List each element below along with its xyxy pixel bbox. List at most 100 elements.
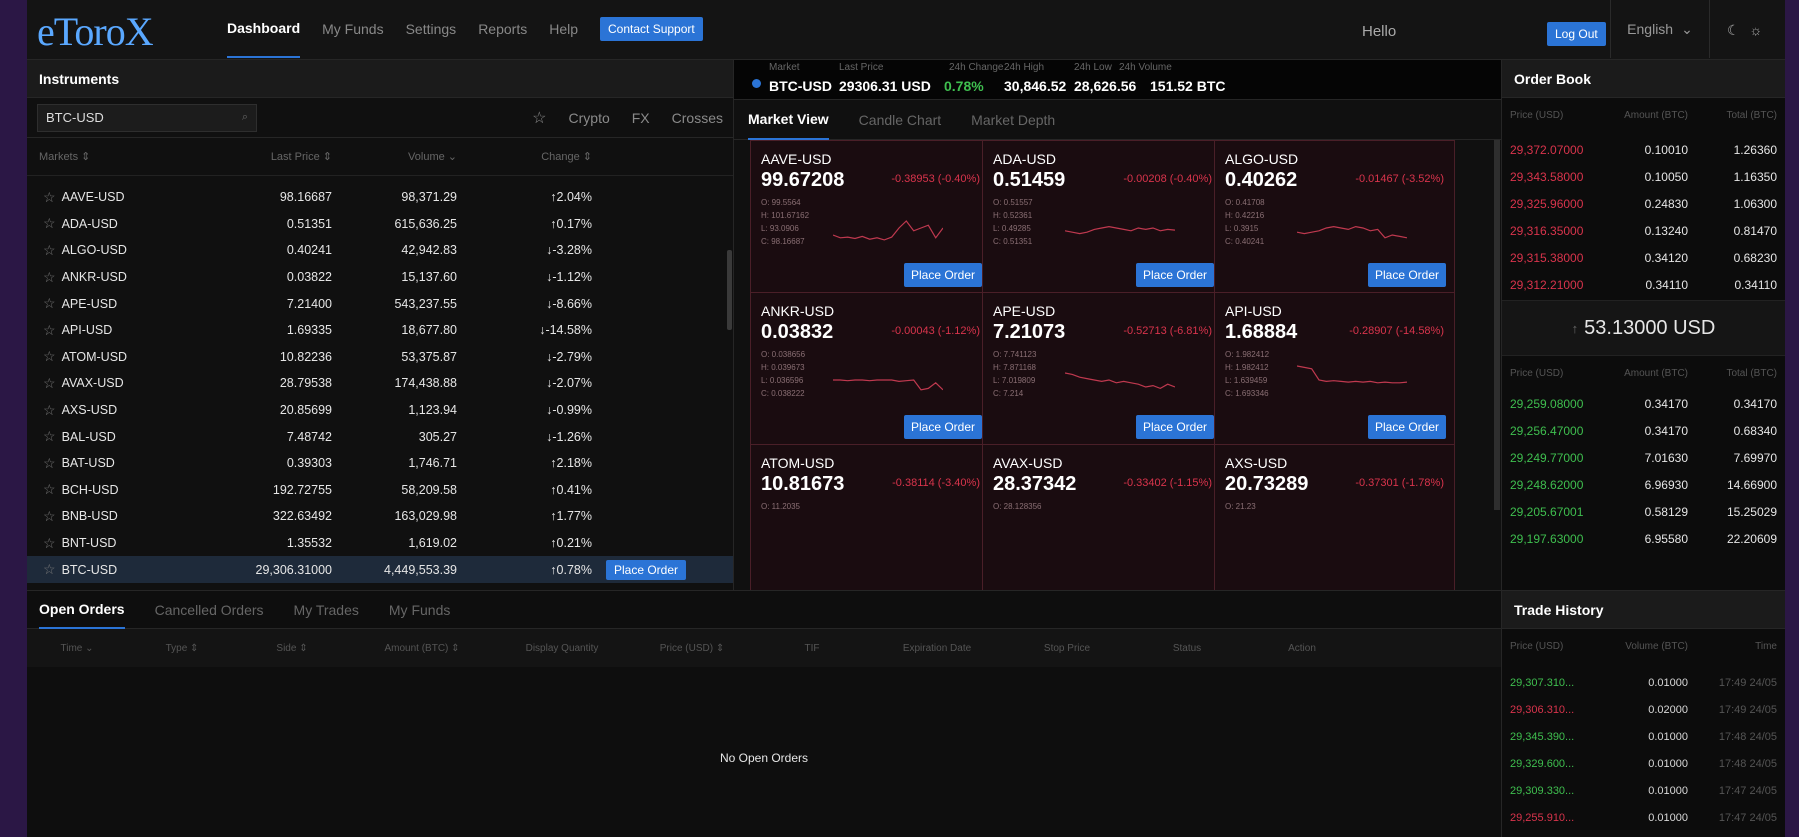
order-book-row[interactable]: 29,325.96000 0.24830 1.06300 (1502, 190, 1785, 217)
order-book-row[interactable]: 29,205.67001 0.58129 15.25029 (1502, 498, 1785, 525)
order-book-row[interactable]: 29,315.38000 0.34120 0.68230 (1502, 244, 1785, 271)
instrument-row[interactable]: ☆ BNB-USD 322.63492 163,029.98 ↑1.77% (27, 503, 733, 530)
language-selector[interactable]: English ⌄ (1610, 0, 1710, 58)
card-place-order-button[interactable]: Place Order (1367, 415, 1446, 439)
order-book-row[interactable]: 29,343.58000 0.10050 1.16350 (1502, 163, 1785, 190)
market-card[interactable]: ALGO-USD 0.40262 -0.01467 (-3.52%) O: 0.417… (1214, 140, 1455, 302)
favorite-star-icon[interactable]: ☆ (43, 455, 56, 472)
order-book-row[interactable]: 29,197.63000 6.95580 22.20609 (1502, 525, 1785, 552)
instrument-last-price: 0.40241 (286, 243, 332, 258)
favorite-star-icon[interactable]: ☆ (43, 375, 56, 392)
instrument-row[interactable]: ☆ BAT-USD 0.39303 1,746.71 ↑2.18% (27, 450, 733, 477)
order-book-row[interactable]: 29,248.62000 6.96930 14.66900 (1502, 471, 1785, 498)
instrument-row[interactable]: ☆ APE-USD 7.21400 543,237.55 ↓-8.66% (27, 290, 733, 317)
nav-dashboard[interactable]: Dashboard (227, 0, 301, 58)
instrument-search-input[interactable]: BTC-USD ⌕ (37, 103, 257, 132)
favorite-star-icon[interactable]: ☆ (43, 535, 56, 552)
order-book-row[interactable]: 29,249.77000 7.01630 7.69970 (1502, 444, 1785, 471)
favorite-star-icon[interactable]: ☆ (43, 561, 56, 578)
tab-market-depth[interactable]: Market Depth (971, 100, 1055, 140)
nav-my-funds[interactable]: My Funds (322, 0, 383, 58)
card-place-order-button[interactable]: Place Order (1135, 263, 1214, 287)
filter-fx[interactable]: FX (632, 110, 650, 126)
instrument-row[interactable]: ☆ API-USD 1.69335 18,677.80 ↓-14.58% (27, 317, 733, 344)
tab-my-trades[interactable]: My Trades (294, 591, 359, 629)
etorox-logo[interactable]: eToroX (37, 8, 154, 55)
favorite-star-icon[interactable]: ☆ (43, 269, 56, 286)
orders-col[interactable]: Expiration Date (867, 643, 1007, 654)
instrument-row[interactable]: ☆ AVAX-USD 28.79538 174,438.88 ↓-2.07% (27, 370, 733, 397)
instrument-row[interactable]: ☆ BAL-USD 7.48742 305.27 ↓-1.26% (27, 423, 733, 450)
market-view-scrollbar[interactable] (1494, 140, 1500, 510)
instrument-row[interactable]: ☆ BTC-USD 29,306.31000 4,449,553.39 ↑0.78% Pl… (27, 556, 733, 583)
favorites-star-icon[interactable]: ☆ (532, 108, 546, 128)
favorite-star-icon[interactable]: ☆ (43, 215, 56, 232)
order-book-row[interactable]: 29,259.08000 0.34170 0.34170 (1502, 390, 1785, 417)
contact-support-button[interactable]: Contact Support (600, 17, 703, 41)
nav-settings[interactable]: Settings (406, 0, 457, 58)
favorite-star-icon[interactable]: ☆ (43, 402, 56, 419)
orders-col[interactable]: Price (USD) ⇕ (627, 643, 757, 654)
favorite-star-icon[interactable]: ☆ (43, 428, 56, 445)
card-change: -0.33402 (-1.15%) (1123, 477, 1212, 489)
order-book-row[interactable]: 29,316.35000 0.13240 0.81470 (1502, 217, 1785, 244)
tab-my-funds[interactable]: My Funds (389, 591, 450, 629)
col-volume[interactable]: Volume ⌄ (332, 150, 457, 163)
favorite-star-icon[interactable]: ☆ (43, 295, 56, 312)
orders-col[interactable]: Display Quantity (497, 643, 627, 654)
orders-col[interactable]: Type ⇕ (127, 643, 237, 654)
favorite-star-icon[interactable]: ☆ (43, 481, 56, 498)
nav-help[interactable]: Help (549, 0, 578, 58)
orders-col[interactable]: Amount (BTC) ⇕ (347, 643, 497, 654)
order-book-row[interactable]: 29,312.21000 0.34110 0.34110 (1502, 271, 1785, 298)
market-card[interactable]: AXS-USD 20.73289 -0.37301 (-1.78%) O: 21.23 (1214, 444, 1455, 590)
favorite-star-icon[interactable]: ☆ (43, 242, 56, 259)
instrument-row[interactable]: ☆ AXS-USD 20.85699 1,123.94 ↓-0.99% (27, 397, 733, 424)
market-card[interactable]: ATOM-USD 10.81673 -0.38114 (-3.40%) O: 11.2… (750, 444, 991, 590)
orders-col[interactable]: Side ⇕ (237, 643, 347, 654)
favorite-star-icon[interactable]: ☆ (43, 508, 56, 525)
market-card[interactable]: AAVE-USD 99.67208 -0.38953 (-0.40%) O: 99.5… (750, 140, 991, 302)
market-card[interactable]: APE-USD 7.21073 -0.52713 (-6.81%) O: 7.7411… (982, 292, 1223, 454)
instrument-row[interactable]: ☆ BNT-USD 1.35532 1,619.02 ↑0.21% (27, 530, 733, 557)
nav-reports[interactable]: Reports (478, 0, 527, 58)
theme-toggle[interactable]: ☾ ☼ (1727, 22, 1762, 39)
favorite-star-icon[interactable]: ☆ (43, 322, 56, 339)
orders-col[interactable]: Time ⌄ (27, 643, 127, 654)
instrument-row[interactable]: ☆ BCH-USD 192.72755 58,209.58 ↑0.41% (27, 477, 733, 504)
tab-candle-chart[interactable]: Candle Chart (859, 100, 942, 140)
filter-crosses[interactable]: Crosses (672, 110, 723, 126)
orders-col[interactable]: Status (1127, 643, 1247, 654)
card-place-order-button[interactable]: Place Order (903, 263, 982, 287)
logout-button[interactable]: Log Out (1547, 22, 1606, 46)
order-book-row[interactable]: 29,256.47000 0.34170 0.68340 (1502, 417, 1785, 444)
col-change[interactable]: Change ⇕ (457, 150, 592, 163)
instrument-row[interactable]: ☆ AAVE-USD 98.16687 98,371.29 ↑2.04% (27, 184, 733, 211)
instrument-row[interactable]: ☆ ANKR-USD 0.03822 15,137.60 ↓-1.12% (27, 264, 733, 291)
favorite-star-icon[interactable]: ☆ (43, 348, 56, 365)
orders-col[interactable]: TIF (757, 643, 867, 654)
instrument-row[interactable]: ☆ ADA-USD 0.51351 615,636.25 ↑0.17% (27, 211, 733, 238)
market-card[interactable]: ANKR-USD 0.03832 -0.00043 (-1.12%) O: 0.038… (750, 292, 991, 454)
tab-cancelled-orders[interactable]: Cancelled Orders (155, 591, 264, 629)
instrument-change: ↑2.18% (550, 456, 592, 471)
tab-open-orders[interactable]: Open Orders (39, 591, 125, 629)
card-place-order-button[interactable]: Place Order (1367, 263, 1446, 287)
market-card[interactable]: ADA-USD 0.51459 -0.00208 (-0.40%) O: 0.5155… (982, 140, 1223, 302)
tab-market-view[interactable]: Market View (748, 100, 829, 140)
place-order-button[interactable]: Place Order (606, 559, 687, 580)
orders-col[interactable]: Stop Price (1007, 643, 1127, 654)
market-card[interactable]: API-USD 1.68884 -0.28907 (-14.58%) O: 1.982… (1214, 292, 1455, 454)
favorite-star-icon[interactable]: ☆ (43, 189, 56, 206)
market-card[interactable]: AVAX-USD 28.37342 -0.33402 (-1.15%) O: 28.1… (982, 444, 1223, 590)
col-last-price[interactable]: Last Price ⇕ (157, 150, 332, 163)
card-place-order-button[interactable]: Place Order (1135, 415, 1214, 439)
instruments-scrollbar[interactable] (727, 250, 732, 330)
filter-crypto[interactable]: Crypto (569, 110, 610, 126)
instrument-row[interactable]: ☆ ALGO-USD 0.40241 42,942.83 ↓-3.28% (27, 237, 733, 264)
card-place-order-button[interactable]: Place Order (903, 415, 982, 439)
col-markets[interactable]: Markets ⇕ (27, 150, 157, 163)
orders-col[interactable]: Action (1247, 643, 1357, 654)
instrument-row[interactable]: ☆ ATOM-USD 10.82236 53,375.87 ↓-2.79% (27, 344, 733, 371)
order-book-row[interactable]: 29,372.07000 0.10010 1.26360 (1502, 136, 1785, 163)
